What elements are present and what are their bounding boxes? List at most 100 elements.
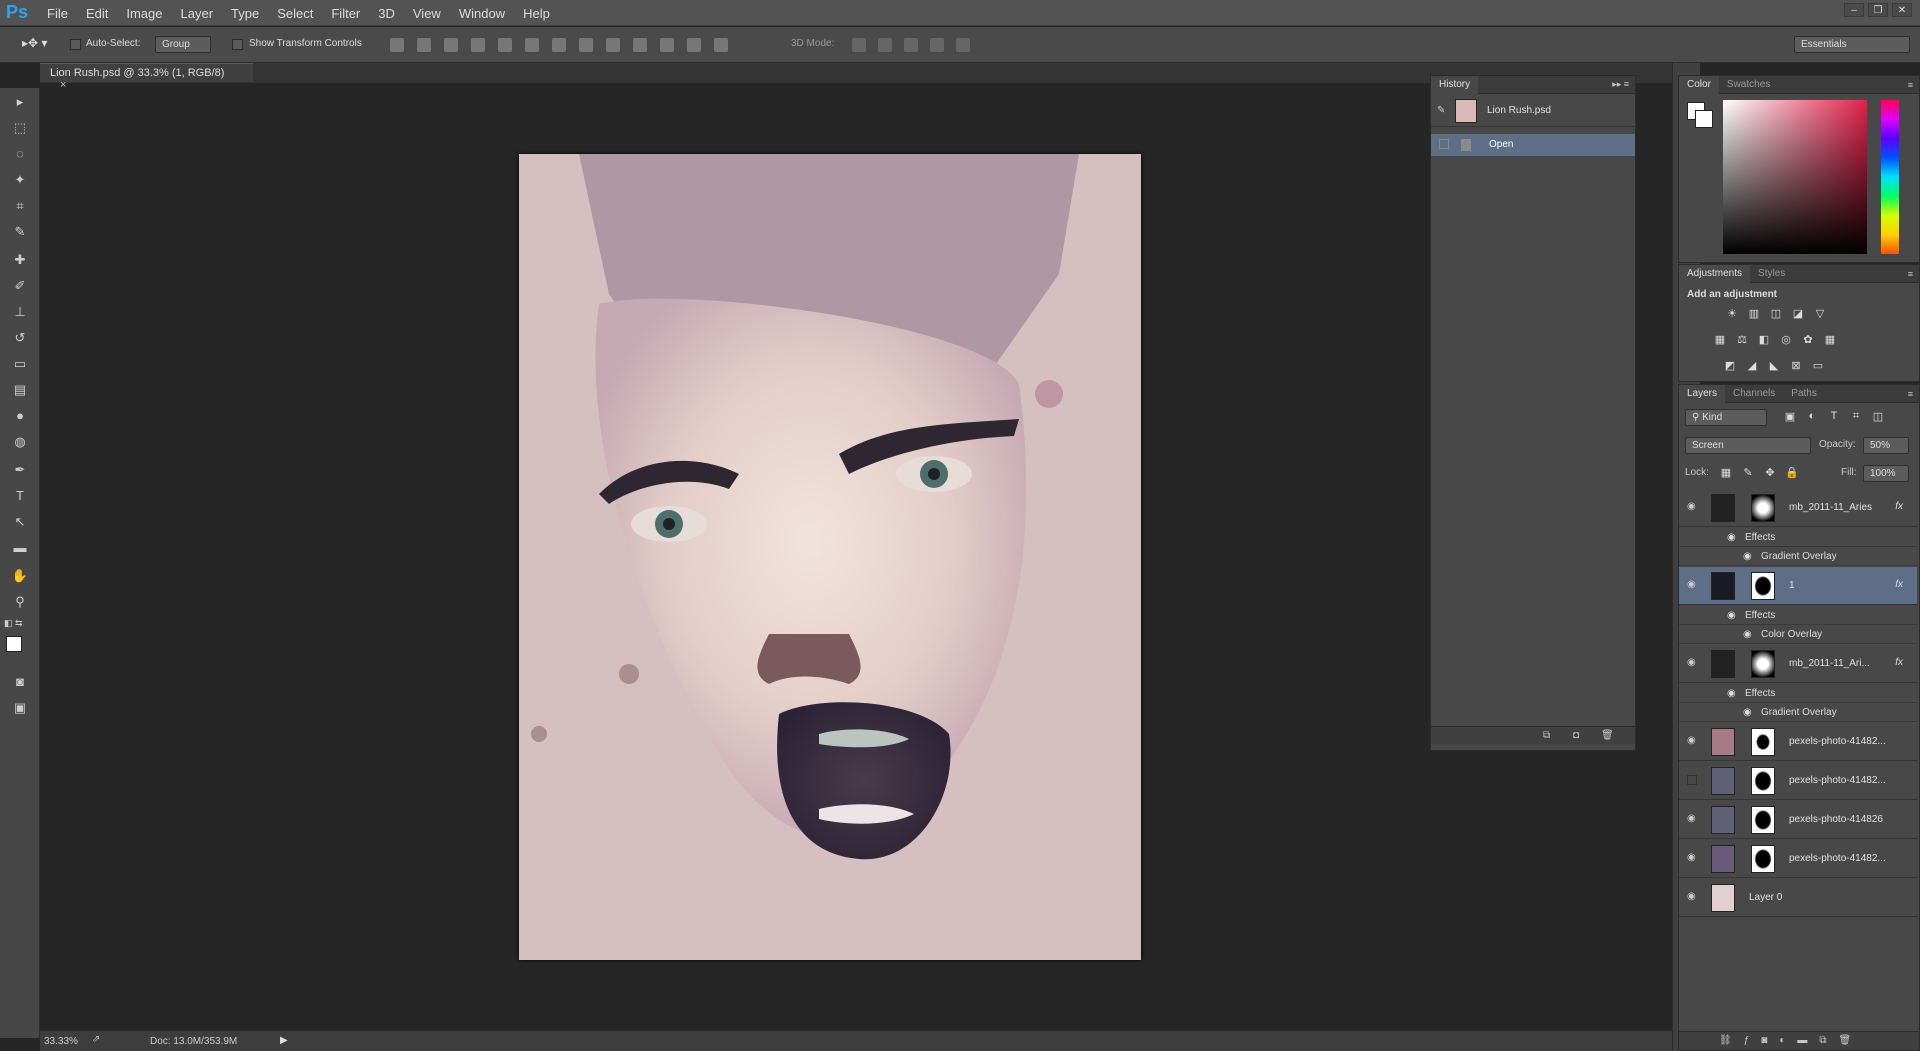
- menu-edit[interactable]: Edit: [77, 6, 117, 21]
- auto-select-dropdown[interactable]: Group: [155, 36, 211, 53]
- blur-tool-icon[interactable]: ●: [8, 406, 32, 426]
- color-spectrum-field[interactable]: [1723, 100, 1867, 254]
- restore-button[interactable]: ❐: [1868, 3, 1888, 17]
- menu-help[interactable]: Help: [514, 6, 559, 21]
- close-tab-icon[interactable]: ×: [60, 79, 66, 91]
- opacity-field[interactable]: 50%: [1863, 437, 1909, 454]
- menu-select[interactable]: Select: [268, 6, 322, 21]
- layer-mask-thumbnail[interactable]: [1751, 845, 1775, 873]
- tab-swatches[interactable]: Swatches: [1719, 76, 1778, 94]
- align-vcenter-icon[interactable]: [417, 38, 431, 52]
- document-tab[interactable]: Lion Rush.psd @ 33.3% (1, RGB/8) ×: [40, 63, 253, 91]
- status-menu-arrow-icon[interactable]: ▶: [280, 1035, 288, 1046]
- link-layers-icon[interactable]: ⛓: [1719, 1035, 1732, 1046]
- create-snapshot-icon[interactable]: ◘: [1573, 730, 1579, 741]
- layer-row[interactable]: ◉ pexels-photo-41482...: [1679, 723, 1917, 761]
- magic-wand-tool-icon[interactable]: ✦: [8, 170, 32, 190]
- new-adjustment-layer-icon[interactable]: ◐: [1779, 1035, 1785, 1046]
- effect-eye-icon[interactable]: ◉: [1743, 707, 1752, 718]
- distribute-hcenter-icon[interactable]: [660, 38, 674, 52]
- effect-eye-icon[interactable]: ◉: [1743, 551, 1752, 562]
- menu-window[interactable]: Window: [450, 6, 514, 21]
- auto-align-icon[interactable]: [714, 38, 728, 52]
- lasso-tool-icon[interactable]: ◌: [8, 144, 32, 164]
- effects-row[interactable]: ◉ Effects: [1679, 606, 1917, 625]
- tab-history[interactable]: History: [1431, 75, 1479, 94]
- visibility-eye-icon[interactable]: ◉: [1687, 853, 1699, 863]
- visibility-eye-icon[interactable]: ◉: [1687, 502, 1699, 512]
- 3d-slide-icon[interactable]: [930, 38, 944, 52]
- align-top-icon[interactable]: [390, 38, 404, 52]
- gradient-map-icon[interactable]: ▭: [1811, 359, 1825, 372]
- layer-row[interactable]: ◉ mb_2011-11_Ari... fx: [1679, 645, 1917, 683]
- shape-tool-icon[interactable]: ▬: [8, 538, 32, 558]
- foreground-color-swatch[interactable]: [6, 636, 22, 652]
- posterize-icon[interactable]: ◢: [1745, 359, 1759, 372]
- history-brush-tool-icon[interactable]: ↺: [8, 328, 32, 348]
- 3d-roll-icon[interactable]: [878, 38, 892, 52]
- history-step-checkbox[interactable]: [1439, 139, 1449, 149]
- visibility-eye-icon[interactable]: ◉: [1687, 892, 1699, 902]
- effects-row[interactable]: ◉ Effects: [1679, 528, 1917, 547]
- visibility-eye-icon[interactable]: ◉: [1687, 814, 1699, 824]
- color-balance-icon[interactable]: ⚖: [1735, 333, 1749, 346]
- lock-transparent-icon[interactable]: ▦: [1719, 466, 1733, 479]
- fill-field[interactable]: 100%: [1863, 465, 1909, 482]
- distribute-bottom-icon[interactable]: [606, 38, 620, 52]
- lock-image-icon[interactable]: ✎: [1741, 466, 1755, 479]
- tab-channels[interactable]: Channels: [1725, 385, 1783, 403]
- adjustments-panel-menu-icon[interactable]: ≡: [1908, 269, 1919, 279]
- share-icon[interactable]: ⇗: [92, 1034, 100, 1045]
- type-tool-icon[interactable]: T: [8, 486, 32, 506]
- menu-file[interactable]: File: [38, 6, 77, 21]
- dodge-tool-icon[interactable]: ◍: [8, 432, 32, 452]
- auto-select-checkbox[interactable]: [70, 39, 81, 50]
- menu-view[interactable]: View: [404, 6, 450, 21]
- clone-stamp-tool-icon[interactable]: ⊥: [8, 302, 32, 322]
- add-mask-icon[interactable]: ◙: [1761, 1035, 1767, 1046]
- align-hcenter-icon[interactable]: [498, 38, 512, 52]
- layer-effects-icon[interactable]: fx: [1895, 579, 1903, 590]
- filter-smart-object-icon[interactable]: ◫: [1871, 410, 1885, 423]
- document-canvas[interactable]: [519, 154, 1141, 960]
- tab-adjustments[interactable]: Adjustments: [1679, 264, 1751, 283]
- invert-icon[interactable]: ◩: [1723, 359, 1737, 372]
- effects-eye-icon[interactable]: ◉: [1727, 532, 1736, 543]
- visibility-toggle-off[interactable]: [1687, 775, 1697, 785]
- hue-saturation-icon[interactable]: ▦: [1713, 333, 1727, 346]
- filter-shape-icon[interactable]: ⌗: [1849, 410, 1863, 422]
- align-right-icon[interactable]: [525, 38, 539, 52]
- layer-mask-thumbnail[interactable]: [1751, 650, 1775, 678]
- layer-mask-thumbnail[interactable]: [1751, 806, 1775, 834]
- new-group-icon[interactable]: ▬: [1797, 1035, 1807, 1046]
- filter-pixel-icon[interactable]: ▣: [1783, 410, 1797, 423]
- new-layer-icon[interactable]: ⧉: [1819, 1035, 1826, 1046]
- effect-row[interactable]: ◉ Gradient Overlay: [1679, 547, 1917, 566]
- tab-styles[interactable]: Styles: [1750, 265, 1793, 283]
- minimize-button[interactable]: –: [1844, 3, 1864, 17]
- effects-eye-icon[interactable]: ◉: [1727, 610, 1736, 621]
- tab-paths[interactable]: Paths: [1783, 385, 1825, 403]
- swap-colors-icon[interactable]: ◧ ⇆: [4, 618, 34, 630]
- lock-all-icon[interactable]: 🔒: [1785, 466, 1799, 479]
- move-tool-icon[interactable]: ▸: [8, 92, 32, 112]
- panel-menu-icon[interactable]: ▸▸ ≡: [1612, 79, 1635, 90]
- background-color-chip[interactable]: [1695, 110, 1713, 128]
- levels-icon[interactable]: ▥: [1747, 307, 1761, 320]
- close-button[interactable]: ✕: [1892, 3, 1912, 17]
- quick-mask-icon[interactable]: ◙: [8, 672, 32, 692]
- visibility-eye-icon[interactable]: ◉: [1687, 658, 1699, 668]
- effects-row[interactable]: ◉ Effects: [1679, 684, 1917, 703]
- lock-position-icon[interactable]: ✥: [1763, 466, 1777, 479]
- menu-image[interactable]: Image: [117, 6, 171, 21]
- menu-type[interactable]: Type: [222, 6, 268, 21]
- layer-effects-icon[interactable]: fx: [1895, 501, 1903, 512]
- effects-eye-icon[interactable]: ◉: [1727, 688, 1736, 699]
- align-bottom-icon[interactable]: [444, 38, 458, 52]
- filter-adjustment-icon[interactable]: ◐: [1805, 410, 1819, 422]
- menu-filter[interactable]: Filter: [322, 6, 369, 21]
- tab-layers[interactable]: Layers: [1679, 384, 1726, 403]
- black-white-icon[interactable]: ◧: [1757, 333, 1771, 346]
- gradient-tool-icon[interactable]: ▤: [8, 380, 32, 400]
- selective-color-icon[interactable]: ⊠: [1789, 359, 1803, 372]
